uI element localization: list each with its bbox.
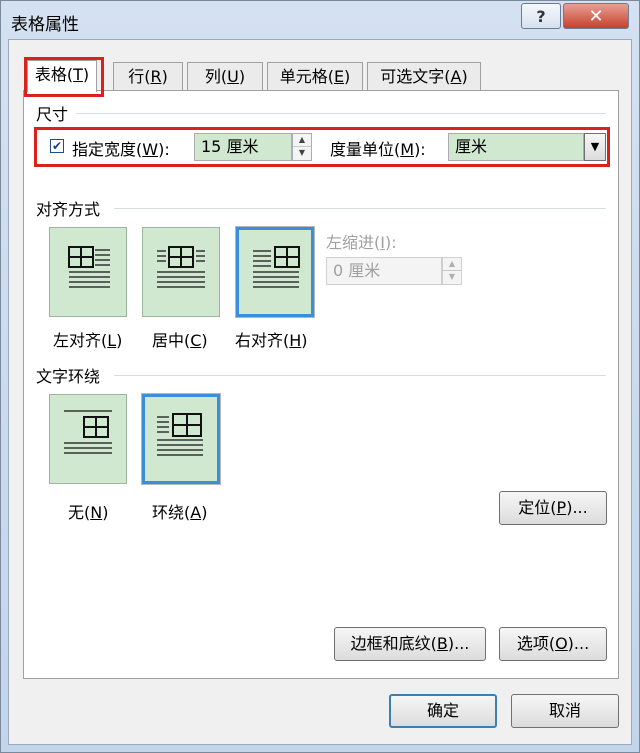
ok-button[interactable]: 确定 [389, 694, 497, 728]
tab-label-end: ) [461, 67, 468, 86]
indent-input[interactable]: 0 厘米 [326, 257, 442, 285]
tab-label: 列( [204, 67, 228, 86]
dropdown-arrow-icon[interactable]: ▼ [584, 133, 606, 161]
spin-down-icon[interactable]: ▼ [293, 147, 311, 160]
tab-cell[interactable]: 单元格(E) [267, 62, 363, 90]
wrap-none-label: 无(N) [68, 503, 109, 522]
preferred-width-checkbox[interactable]: ✔ [50, 139, 64, 153]
spin-up-icon[interactable]: ▲ [293, 134, 311, 147]
tab-label: 行( [128, 67, 151, 86]
tab-label-end: ) [161, 67, 168, 86]
wrap-none-icon [64, 410, 112, 454]
wrapping-heading: 文字环绕 [36, 367, 101, 386]
alignment-heading: 对齐方式 [36, 200, 101, 219]
align-right-label: 右对齐(H) [235, 331, 308, 350]
tab-column[interactable]: 列(U) [187, 62, 263, 90]
indent-label: 左缩进(I): [326, 233, 397, 252]
wrap-none-option[interactable] [49, 394, 127, 484]
wrap-around-option[interactable] [141, 393, 221, 485]
options-button[interactable]: 选项(O)... [499, 627, 607, 661]
wrap-around-icon [157, 413, 203, 456]
tab-label: 单元格( [279, 67, 334, 86]
align-left-option[interactable] [49, 227, 127, 317]
size-divider [76, 113, 606, 114]
table-properties-dialog: 表格属性 ? ✕ 表格(T) 行(R) 列(U) 单元格(E) 可选文字(A) [0, 0, 640, 753]
title-bar: 表格属性 ? ✕ [1, 1, 639, 39]
tab-label: 表格( [34, 65, 74, 84]
tab-label-end: ) [82, 65, 90, 84]
tab-accesskey: U [227, 67, 239, 86]
tab-accesskey: R [150, 67, 162, 86]
window-title: 表格属性 [11, 15, 79, 35]
align-left-icon [68, 246, 110, 288]
align-right-icon [253, 246, 300, 288]
tab-accesskey: E [333, 67, 345, 86]
close-icon: ✕ [588, 5, 604, 27]
align-right-option[interactable] [235, 226, 315, 318]
indent-spinner[interactable]: ▲ ▼ [442, 257, 462, 285]
help-button[interactable]: ? [521, 3, 561, 29]
wrap-around-label: 环绕(A) [152, 503, 208, 522]
tab-accesskey: A [450, 67, 462, 86]
tab-accesskey: T [73, 65, 83, 84]
tab-table[interactable]: 表格(T) [27, 60, 97, 92]
preferred-width-label: 指定宽度(W): [72, 140, 170, 159]
align-center-label: 居中(C) [152, 331, 208, 350]
width-input[interactable]: 15 厘米 [194, 133, 292, 161]
dialog-body: 表格(T) 行(R) 列(U) 单元格(E) 可选文字(A) 尺寸 ✔ 指定宽度… [8, 39, 632, 745]
wrapping-divider [114, 375, 606, 376]
align-center-option[interactable] [142, 227, 220, 317]
table-tab-panel: 尺寸 ✔ 指定宽度(W): 15 厘米 ▲ ▼ 度量单位(M): 厘米 ▼ 对齐方… [23, 90, 619, 679]
cancel-button[interactable]: 取消 [511, 694, 619, 728]
close-button[interactable]: ✕ [563, 3, 629, 29]
spin-up-icon[interactable]: ▲ [443, 258, 461, 271]
alignment-divider [114, 208, 606, 209]
tab-alt-text[interactable]: 可选文字(A) [367, 62, 481, 90]
tab-row[interactable]: 行(R) [113, 62, 183, 90]
unit-label: 度量单位(M): [330, 140, 426, 159]
align-left-label: 左对齐(L) [53, 331, 123, 350]
spin-down-icon[interactable]: ▼ [443, 271, 461, 284]
positioning-button[interactable]: 定位(P)... [499, 491, 607, 525]
unit-select[interactable]: 厘米 [448, 133, 584, 161]
size-heading: 尺寸 [36, 105, 69, 124]
borders-shading-button[interactable]: 边框和底纹(B)... [334, 627, 486, 661]
width-spinner[interactable]: ▲ ▼ [292, 133, 312, 161]
tab-label: 可选文字( [380, 67, 451, 86]
help-icon: ? [536, 6, 546, 26]
tab-label-end: ) [238, 67, 246, 86]
align-center-icon [157, 246, 205, 288]
tab-label-end: ) [344, 67, 351, 86]
